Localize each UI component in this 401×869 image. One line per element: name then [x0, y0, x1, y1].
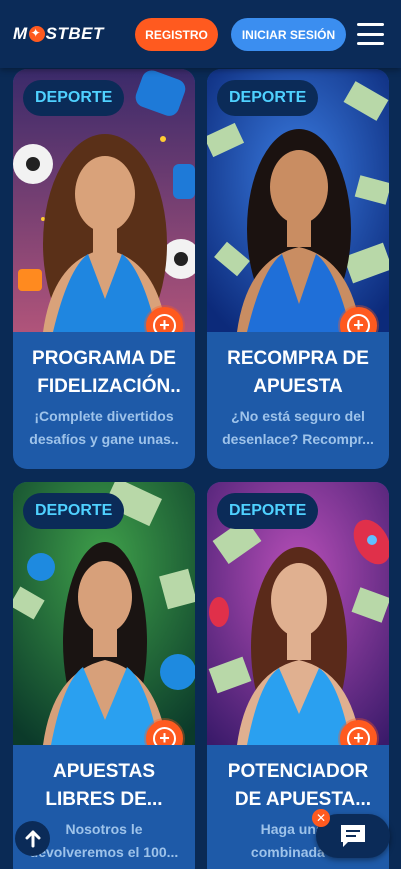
promo-image: DEPORTE +	[13, 482, 195, 745]
plus-icon: +	[153, 314, 176, 332]
category-badge: DEPORTE	[217, 493, 319, 529]
card-title-line1: APUESTAS	[52, 761, 156, 782]
card-desc-line1: ¿No está seguro del	[231, 408, 365, 424]
category-badge: DEPORTE	[23, 493, 125, 529]
card-title-line1: PROGRAMA DE	[32, 348, 176, 369]
plus-icon: +	[347, 727, 370, 745]
card-title-line2: LIBRES DE...	[45, 789, 163, 810]
card-title-line1: RECOMPRA DE	[227, 348, 369, 369]
logo-text-left: M	[13, 24, 28, 43]
category-badge: DEPORTE	[23, 80, 125, 116]
plus-icon: +	[153, 727, 176, 745]
promo-card-risk-free[interactable]: DEPORTE + APUESTAS LIBRES DE... Nosotros…	[13, 482, 195, 869]
hamburger-menu-icon[interactable]	[357, 23, 384, 45]
card-title-line2: APUESTA	[253, 376, 343, 397]
card-title-line2: DE APUESTA...	[234, 789, 372, 810]
card-title-line2: FIDELIZACIÓN..	[37, 376, 181, 397]
promo-image: DEPORTE +	[13, 69, 195, 332]
plus-icon: +	[347, 314, 370, 332]
mostbet-logo[interactable]: M STBET	[13, 24, 104, 44]
promo-image: DEPORTE +	[207, 69, 389, 332]
login-button[interactable]: INICIAR SESIÓN	[231, 18, 346, 51]
category-badge: DEPORTE	[217, 80, 319, 116]
arrow-up-icon[interactable]	[15, 821, 50, 856]
promo-card-buyback[interactable]: DEPORTE + RECOMPRA DE APUESTA ¿No está s…	[207, 69, 389, 469]
card-desc-line1: ¡Complete divertidos	[34, 408, 174, 424]
register-button[interactable]: REGISTRO	[135, 18, 218, 51]
promo-card-bet-booster[interactable]: DEPORTE + POTENCIADOR DE APUESTA... Haga…	[207, 482, 389, 869]
chat-bubble-svg	[341, 825, 365, 847]
card-title-line1: POTENCIADOR	[227, 761, 369, 782]
scroll-up-arrow	[25, 830, 40, 847]
logo-star-icon	[28, 26, 45, 42]
logo-text-right: STBET	[45, 24, 104, 43]
top-header: M STBET REGISTRO INICIAR SESIÓN	[0, 0, 401, 68]
promo-image: DEPORTE +	[207, 482, 389, 745]
card-desc-line2: desafíos y gane unas..	[29, 431, 179, 447]
promo-card-loyalty[interactable]: DEPORTE + PROGRAMA DE FIDELIZACIÓN.. ¡Co…	[13, 69, 195, 469]
card-desc-line2: desenlace? Recompr...	[222, 431, 374, 447]
close-icon[interactable]: ✕	[312, 809, 330, 827]
